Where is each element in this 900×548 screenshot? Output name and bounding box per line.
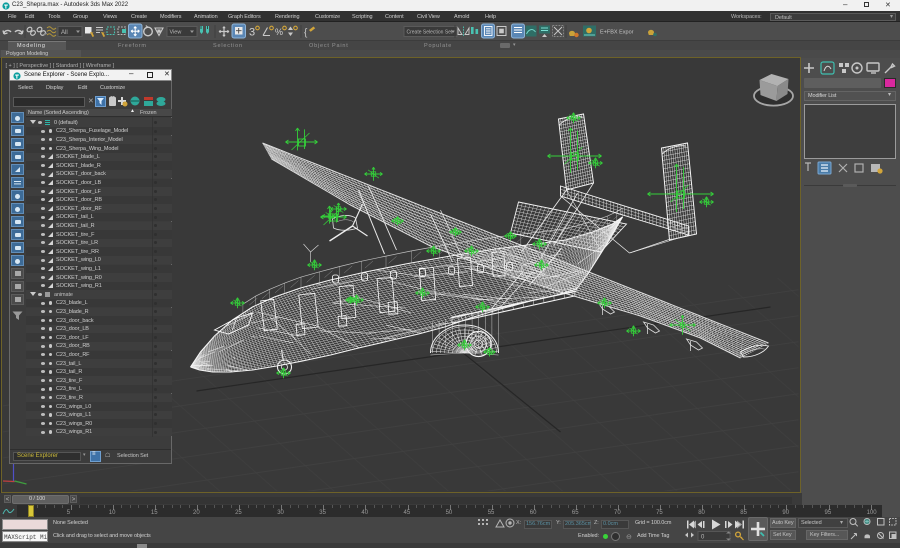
svg-text:All: All <box>61 30 68 36</box>
svg-text:3: 3 <box>249 27 255 39</box>
svg-text:Create Selection Set: Create Selection Set <box>407 30 453 36</box>
svg-text:View: View <box>170 30 182 36</box>
svg-text:%: % <box>275 27 283 37</box>
svg-text:E+FBX Expor: E+FBX Expor <box>600 30 634 36</box>
svg-text:{: { <box>304 28 308 39</box>
